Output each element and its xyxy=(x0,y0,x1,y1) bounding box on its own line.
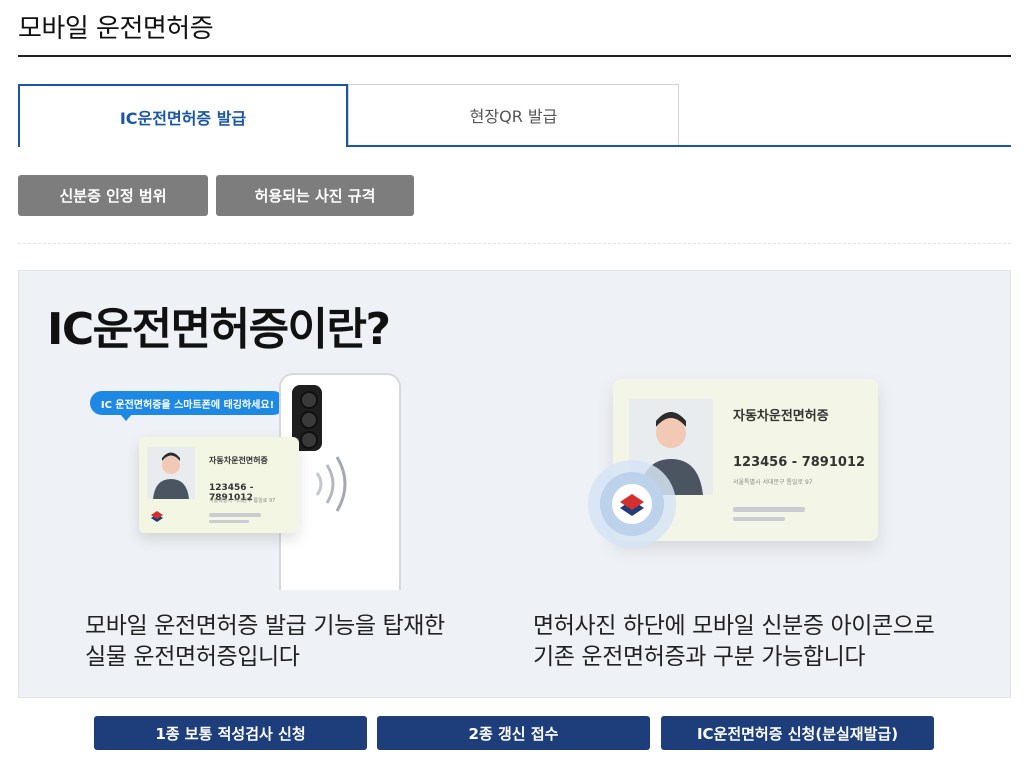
card-title: 자동차운전면허증 xyxy=(733,409,829,424)
card-title: 자동차운전면허증 xyxy=(209,456,268,465)
panel-title: IC운전면허증이란? xyxy=(47,304,391,355)
card-number: 123456 - 7891012 xyxy=(733,455,866,470)
id-recognition-scope-button[interactable]: 신분증 인정 범위 xyxy=(18,175,208,216)
photo-spec-button[interactable]: 허용되는 사진 규격 xyxy=(216,175,414,216)
class1-aptitude-test-button[interactable]: 1종 보통 적성검사 신청 xyxy=(94,716,367,750)
ic-license-info-panel: IC운전면허증이란? IC 운전면허증을 스마트폰에 태깅하세요! 자동차운전면… xyxy=(18,270,1011,698)
section-divider xyxy=(18,243,1011,244)
title-divider xyxy=(18,55,1011,57)
ic-license-card-small: 자동차운전면허증 123456 - 7891012 서울특별시 서대문구 통일로… xyxy=(139,437,299,533)
card-address: 서울특별시 서대문구 통일로 97 xyxy=(209,498,276,504)
card-address: 서울특별시 서대문구 통일로 97 xyxy=(733,479,813,486)
ic-license-description: 모바일 운전면허증 발급 기능을 탑재한 실물 운전면허증입니다 xyxy=(85,613,445,670)
mobile-id-icon xyxy=(151,511,163,522)
mobile-id-badge-icon xyxy=(588,460,676,548)
tab-onsite-qr-issue[interactable]: 현장QR 발급 xyxy=(348,84,679,145)
class2-renewal-button[interactable]: 2종 갱신 접수 xyxy=(377,716,650,750)
page-title: 모바일 운전면허증 xyxy=(18,14,214,44)
tab-ic-license-issue[interactable]: IC운전면허증 발급 xyxy=(18,84,348,147)
mobile-icon-description: 면허사진 하단에 모바일 신분증 아이콘으로 기존 운전면허증과 구분 가능합니… xyxy=(533,613,935,670)
person-photo-icon xyxy=(147,447,195,499)
nfc-wave-icon xyxy=(315,456,347,512)
tagging-hint-bubble: IC 운전면허증을 스마트폰에 태깅하세요! xyxy=(90,391,285,421)
ic-license-reissue-button[interactable]: IC운전면허증 신청(분실재발급) xyxy=(661,716,934,750)
tab-bar: IC운전면허증 발급 현장QR 발급 xyxy=(18,84,1011,147)
